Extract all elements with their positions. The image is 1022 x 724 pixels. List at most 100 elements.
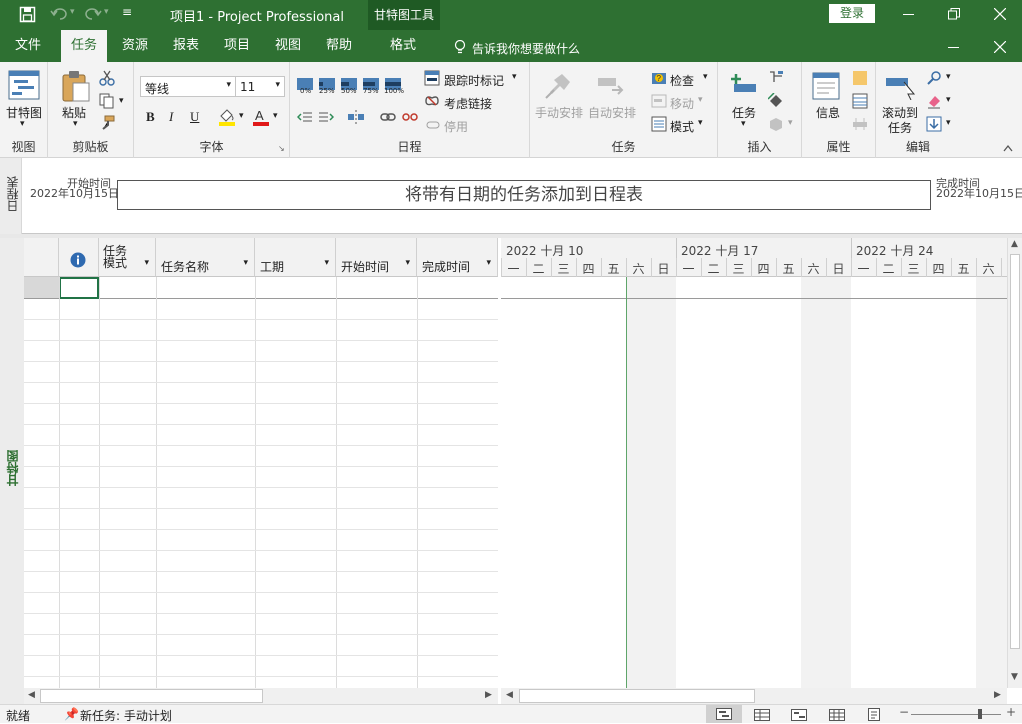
start-column-header[interactable]: 开始时间 ▾: [336, 238, 417, 277]
tab-report[interactable]: 报表: [163, 30, 209, 62]
gantt-view-label[interactable]: 甘特图: [4, 450, 21, 486]
login-button[interactable]: 登录: [829, 4, 875, 23]
row-header-active[interactable]: [24, 277, 59, 298]
close-icon[interactable]: [994, 8, 1006, 20]
deliverable-icon[interactable]: [768, 116, 784, 132]
format-painter-icon[interactable]: [99, 115, 115, 131]
summary-icon[interactable]: [768, 70, 784, 84]
mode-icon[interactable]: [651, 116, 667, 132]
zoom-slider-track[interactable]: [911, 714, 1001, 715]
font-size-dropdown-icon[interactable]: ▾: [275, 80, 280, 90]
scroll-up-icon[interactable]: ▲: [1011, 239, 1018, 249]
resource-sheet-shortcut-icon[interactable]: [829, 709, 845, 721]
ribbon-minimize-icon[interactable]: [948, 47, 959, 48]
background-color-dropdown-icon[interactable]: ▾: [239, 111, 244, 121]
tab-format[interactable]: 格式: [380, 30, 426, 62]
gantt-scroll-thumb[interactable]: [519, 689, 755, 703]
background-color-icon[interactable]: [218, 108, 236, 126]
inactivate-icon[interactable]: [426, 120, 440, 130]
unlink-tasks-icon[interactable]: [402, 111, 418, 123]
mode-button[interactable]: 模式: [670, 118, 694, 135]
tell-me-search[interactable]: 告诉我你想要做什么: [472, 40, 580, 57]
indent-icon[interactable]: [318, 110, 334, 124]
fill-icon[interactable]: [926, 116, 942, 132]
gantt-horizontal-scrollbar[interactable]: ◀ ▶: [501, 688, 1007, 704]
task-mode-column-header[interactable]: 任务 模式 ▾: [99, 238, 156, 277]
task-name-filter-icon[interactable]: ▾: [243, 258, 248, 268]
tab-file[interactable]: 文件: [5, 30, 51, 62]
track-mark-icon[interactable]: [424, 70, 440, 86]
customize-qat-icon[interactable]: ≡: [122, 5, 132, 19]
collapse-ribbon-icon[interactable]: [1003, 144, 1013, 152]
font-color-dropdown-icon[interactable]: ▾: [273, 111, 278, 121]
details-icon[interactable]: [852, 93, 868, 109]
mode-dropdown-icon[interactable]: ▾: [698, 118, 703, 128]
tab-view[interactable]: 视图: [265, 30, 311, 62]
inspect-dropdown-icon[interactable]: ▾: [703, 72, 708, 82]
start-filter-icon[interactable]: ▾: [405, 258, 410, 268]
tab-task[interactable]: 任务: [61, 30, 107, 62]
milestone-icon[interactable]: [768, 93, 784, 109]
finish-column-header[interactable]: 完成时间 ▾: [417, 238, 498, 277]
insert-task-dropdown-icon[interactable]: ▾: [741, 119, 746, 129]
gantt-view-shortcut[interactable]: [706, 705, 742, 723]
italic-button[interactable]: I: [169, 109, 173, 125]
find-dropdown-icon[interactable]: ▾: [946, 72, 951, 82]
auto-schedule-button[interactable]: 自动安排: [588, 104, 636, 121]
vertical-scrollbar[interactable]: ▲ ▼: [1007, 238, 1022, 688]
task-mode-filter-icon[interactable]: ▾: [144, 258, 149, 268]
cut-icon[interactable]: [99, 70, 115, 86]
restore-icon[interactable]: [948, 8, 960, 20]
information-button[interactable]: 信息: [816, 104, 840, 121]
move-dropdown-icon[interactable]: ▾: [698, 95, 703, 105]
scroll-down-icon[interactable]: ▼: [1011, 672, 1018, 682]
zoom-in-icon[interactable]: +: [1006, 705, 1016, 719]
duration-column-header[interactable]: 工期 ▾: [255, 238, 336, 277]
timeline-bar[interactable]: 将带有日期的任务添加到日程表: [117, 180, 931, 210]
active-cell[interactable]: [59, 277, 99, 299]
vertical-scroll-thumb[interactable]: [1010, 254, 1020, 649]
close-window-icon[interactable]: [994, 41, 1006, 53]
inspect-icon[interactable]: ?: [651, 70, 667, 86]
inactivate-button[interactable]: 停用: [444, 118, 468, 135]
pin-icon[interactable]: 📌: [64, 707, 79, 721]
new-task-mode[interactable]: 新任务: 手动计划: [80, 707, 172, 724]
gantt-dropdown-icon[interactable]: ▾: [20, 119, 25, 129]
gantt-scroll-right-icon[interactable]: ▶: [994, 690, 1001, 700]
underline-button[interactable]: U: [190, 109, 199, 125]
sheet-scroll-right-icon[interactable]: ▶: [485, 690, 492, 700]
track-mark-dropdown-icon[interactable]: ▾: [512, 72, 517, 82]
font-name-dropdown-icon[interactable]: ▾: [226, 80, 231, 90]
redo-icon[interactable]: [84, 7, 102, 21]
sheet-horizontal-scrollbar[interactable]: ◀ ▶: [24, 688, 498, 704]
indicators-column-header[interactable]: [59, 238, 99, 277]
outdent-icon[interactable]: [297, 110, 313, 124]
copy-dropdown-icon[interactable]: ▾: [119, 96, 124, 106]
scroll-to-task-line2[interactable]: 任务: [888, 119, 912, 136]
font-name-select[interactable]: 等线 ▾: [140, 76, 236, 97]
font-dialog-launcher-icon[interactable]: ↘: [278, 144, 285, 153]
inspect-button[interactable]: 检查: [670, 72, 694, 89]
tab-help[interactable]: 帮助: [316, 30, 362, 62]
save-icon[interactable]: [19, 6, 36, 23]
team-planner-shortcut-icon[interactable]: [791, 709, 807, 721]
zoom-out-icon[interactable]: −: [899, 705, 909, 719]
gantt-scroll-left-icon[interactable]: ◀: [506, 690, 513, 700]
fill-dropdown-icon[interactable]: ▾: [946, 118, 951, 128]
paste-dropdown-icon[interactable]: ▾: [73, 119, 78, 129]
task-usage-shortcut-icon[interactable]: [754, 709, 770, 721]
clear-dropdown-icon[interactable]: ▾: [946, 95, 951, 105]
redo-dropdown-icon[interactable]: ▾: [104, 7, 109, 17]
track-mark-button[interactable]: 跟踪时标记: [444, 72, 504, 89]
minimize-icon[interactable]: [903, 14, 914, 15]
finish-filter-icon[interactable]: ▾: [486, 258, 491, 268]
notes-icon[interactable]: [852, 70, 868, 86]
duration-filter-icon[interactable]: ▾: [324, 258, 329, 268]
tab-resource[interactable]: 资源: [112, 30, 158, 62]
timeline-side-tab[interactable]: 日程表: [0, 158, 22, 234]
move-icon[interactable]: [651, 93, 667, 109]
respect-links-icon[interactable]: [424, 93, 440, 109]
select-all-corner[interactable]: [24, 238, 59, 277]
tab-project[interactable]: 项目: [214, 30, 260, 62]
respect-links-button[interactable]: 考虑链接: [444, 95, 492, 112]
